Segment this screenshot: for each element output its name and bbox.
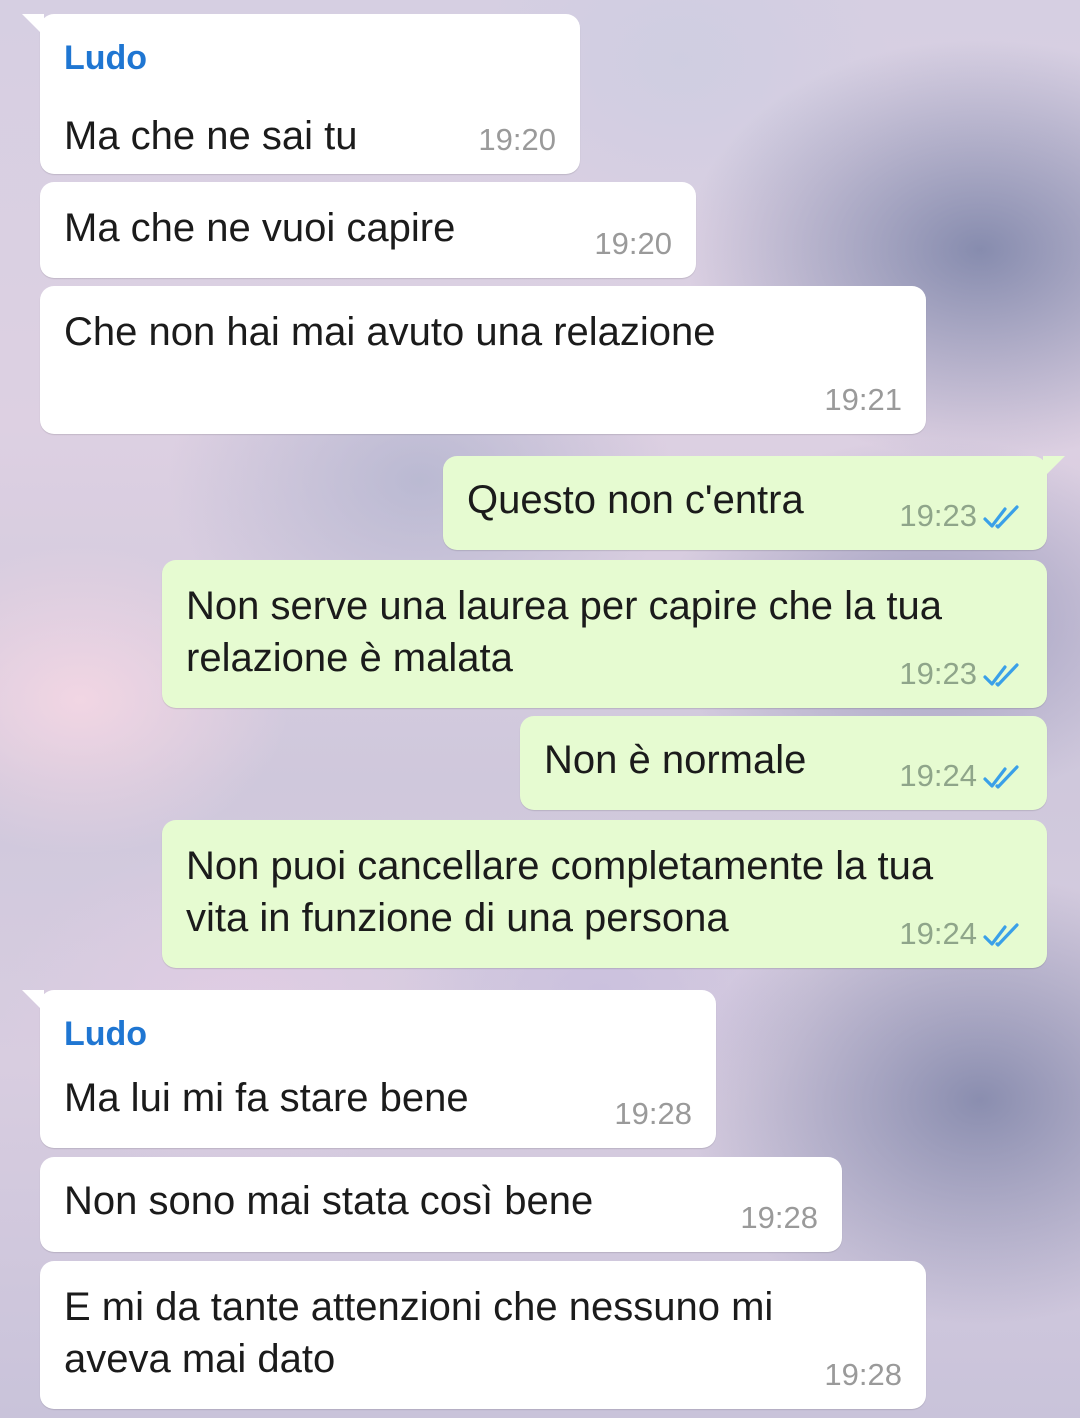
outgoing-message[interactable]: Questo non c'entra 19:23 — [443, 456, 1065, 550]
message-time: 19:24 — [899, 916, 977, 951]
message-time: 19:28 — [824, 1357, 902, 1392]
message-time: 19:21 — [824, 382, 902, 417]
sender-name: Ludo — [64, 1015, 148, 1053]
incoming-message[interactable]: Non sono mai stata così bene 19:28 — [40, 1157, 842, 1252]
incoming-message[interactable]: E mi da tante attenzioni che nessuno mi … — [40, 1261, 926, 1409]
message-time: 19:20 — [478, 122, 556, 157]
incoming-message[interactable]: Ma che ne vuoi capire 19:20 — [40, 182, 696, 278]
message-time: 19:20 — [594, 226, 672, 261]
message-text: Che non hai mai avuto una relazione — [64, 310, 716, 354]
chat-message-list[interactable]: Ludo Ma che ne sai tu 19:20 Ma che ne vu… — [0, 0, 1080, 1418]
message-text-line: E mi da tante attenzioni che nessuno mi — [64, 1285, 774, 1329]
message-time: 19:24 — [899, 758, 977, 793]
sender-name: Ludo — [64, 39, 148, 77]
message-text: Ma che ne vuoi capire — [64, 206, 456, 250]
double-check-read-icon — [983, 765, 1019, 789]
outgoing-message[interactable]: Non è normale 19:24 — [520, 716, 1047, 810]
outgoing-message[interactable]: Non puoi cancellare completamente la tua… — [162, 820, 1047, 968]
message-time: 19:23 — [899, 656, 977, 691]
message-text-line: aveva mai dato — [64, 1337, 336, 1381]
message-text: Non è normale — [544, 738, 807, 782]
message-time: 19:23 — [899, 498, 977, 533]
message-time: 19:28 — [740, 1200, 818, 1235]
double-check-read-icon — [983, 505, 1019, 529]
incoming-message[interactable]: Che non hai mai avuto una relazione 19:2… — [40, 286, 926, 434]
double-check-read-icon — [983, 663, 1019, 687]
message-text: Ma che ne sai tu — [64, 114, 358, 158]
message-text-line: Non puoi cancellare completamente la tua — [186, 844, 934, 888]
outgoing-message[interactable]: Non serve una laurea per capire che la t… — [162, 560, 1047, 708]
message-text: Questo non c'entra — [467, 478, 804, 522]
message-text-line: Non serve una laurea per capire che la t… — [186, 584, 943, 628]
message-time: 19:28 — [614, 1096, 692, 1131]
message-text: Ma lui mi fa stare bene — [64, 1076, 469, 1120]
message-text-line: vita in funzione di una persona — [186, 896, 729, 940]
message-text: Non sono mai stata così bene — [64, 1179, 594, 1223]
message-text-line: relazione è malata — [186, 636, 513, 680]
double-check-read-icon — [983, 923, 1019, 947]
incoming-message[interactable]: Ludo Ma che ne sai tu 19:20 — [22, 14, 580, 174]
incoming-message[interactable]: Ludo Ma lui mi fa stare bene 19:28 — [22, 990, 716, 1148]
